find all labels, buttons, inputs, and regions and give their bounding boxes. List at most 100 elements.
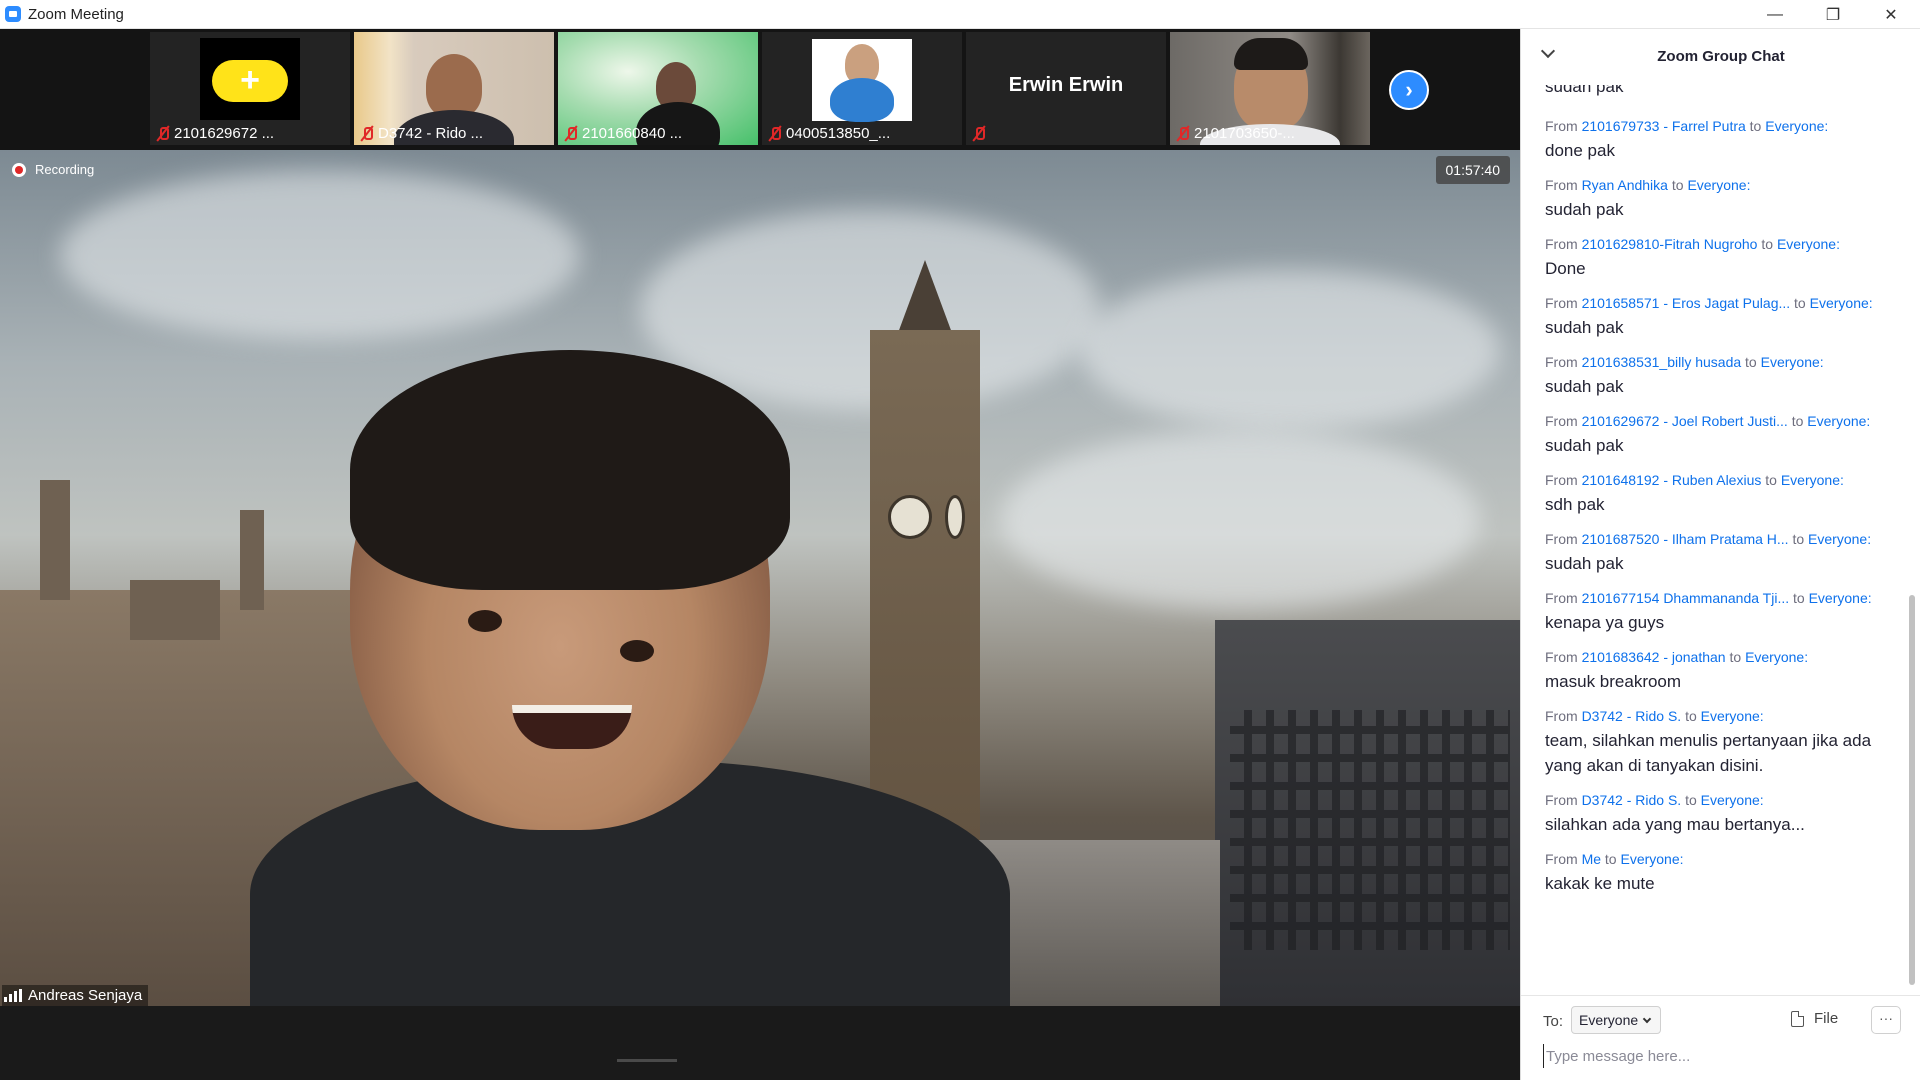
- speaker-hair: [350, 350, 790, 590]
- sender-name[interactable]: 2101638531_billy husada: [1582, 354, 1742, 370]
- chat-message-meta: From 2101658571 - Eros Jagat Pulag... to…: [1545, 294, 1903, 312]
- chat-message-meta: From Ryan Andhika to Everyone:: [1545, 176, 1903, 194]
- participant-label: [972, 126, 985, 142]
- sender-name[interactable]: Ryan Andhika: [1582, 177, 1668, 193]
- file-button[interactable]: File: [1791, 1010, 1838, 1027]
- recipient-name[interactable]: Everyone:: [1807, 413, 1870, 429]
- to-prefix: to: [1685, 792, 1697, 808]
- from-prefix: From: [1545, 590, 1578, 606]
- recipient-value: Everyone: [1579, 1012, 1639, 1028]
- chat-message-meta: From 2101629672 - Joel Robert Justi... t…: [1545, 412, 1903, 430]
- participant-tile[interactable]: + 2101629672 ...: [150, 32, 350, 145]
- participant-name: 0400513850_...: [786, 125, 891, 142]
- message-input[interactable]: [1543, 1044, 1903, 1068]
- resize-handle[interactable]: [617, 1059, 677, 1062]
- to-prefix: to: [1794, 295, 1806, 311]
- title-bar: Zoom Meeting — ❐ ✕: [0, 0, 1920, 29]
- minimize-button[interactable]: —: [1746, 0, 1804, 29]
- chat-message: From 2101629810-Fitrah Nugroho to Everyo…: [1521, 235, 1903, 281]
- sender-name[interactable]: 2101677154 Dhammananda Tji...: [1582, 590, 1790, 606]
- from-prefix: From: [1545, 792, 1578, 808]
- sender-name[interactable]: 2101648192 - Ruben Alexius: [1582, 472, 1762, 488]
- chat-message-text: sudah pak: [1545, 318, 1624, 337]
- recipient-name[interactable]: Everyone:: [1809, 590, 1872, 606]
- recipient-name[interactable]: Everyone:: [1701, 708, 1764, 724]
- chat-message: From 2101679733 - Farrel Putra to Everyo…: [1521, 117, 1903, 163]
- to-prefix: to: [1761, 236, 1774, 252]
- from-prefix: From: [1545, 354, 1578, 370]
- participant-name: D3742 - Rido ...: [378, 125, 484, 142]
- participant-tile[interactable]: Erwin Erwin: [966, 32, 1166, 145]
- sender-name[interactable]: 2101658571 - Eros Jagat Pulag...: [1582, 295, 1791, 311]
- sender-name[interactable]: D3742 - Rido S.: [1582, 708, 1682, 724]
- chat-message-text: kenapa ya guys: [1545, 613, 1665, 632]
- sender-name[interactable]: D3742 - Rido S.: [1582, 792, 1682, 808]
- participant-display-name: Erwin Erwin: [1008, 74, 1124, 96]
- recipient-name[interactable]: Everyone:: [1745, 649, 1808, 665]
- from-prefix: From: [1545, 413, 1578, 429]
- window-title: Zoom Meeting: [28, 5, 124, 23]
- chevron-right-icon[interactable]: ›: [1389, 70, 1429, 110]
- recipient-name[interactable]: Everyone:: [1620, 851, 1683, 867]
- sender-name[interactable]: 2101679733 - Farrel Putra: [1582, 118, 1746, 134]
- sender-name[interactable]: 2101687520 - Ilham Pratama H...: [1582, 531, 1789, 547]
- file-icon: [1791, 1010, 1804, 1027]
- chat-message-text: sdh pak: [1545, 495, 1605, 514]
- chat-scrollbar[interactable]: [1908, 85, 1916, 995]
- scrollbar-thumb[interactable]: [1909, 595, 1915, 985]
- from-prefix: From: [1545, 177, 1578, 193]
- meeting-controls-area: [0, 1006, 1520, 1080]
- chat-message-text: done pak: [1545, 141, 1615, 160]
- close-button[interactable]: ✕: [1862, 0, 1920, 29]
- from-prefix: From: [1545, 472, 1578, 488]
- sender-name[interactable]: 2101629810-Fitrah Nugroho: [1582, 236, 1758, 252]
- participant-tile[interactable]: D3742 - Rido ...: [354, 32, 554, 145]
- recipient-name[interactable]: Everyone:: [1687, 177, 1750, 193]
- chat-composer: To: Everyone File ···: [1521, 995, 1920, 1080]
- sender-name[interactable]: 2101683642 - jonathan: [1582, 649, 1726, 665]
- recipient-name[interactable]: Everyone:: [1777, 236, 1840, 252]
- to-label: To:: [1543, 1013, 1564, 1030]
- maximize-button[interactable]: ❐: [1804, 0, 1862, 29]
- chat-message-text: sudah pak: [1545, 554, 1624, 573]
- zoom-app-icon: [5, 6, 21, 22]
- recipient-name[interactable]: Everyone:: [1781, 472, 1844, 488]
- participant-label: D3742 - Rido ...: [360, 125, 483, 142]
- chat-message-meta: From 2101677154 Dhammananda Tji... to Ev…: [1545, 589, 1903, 607]
- chat-message-text: kakak ke mute: [1545, 874, 1655, 893]
- recipient-select[interactable]: Everyone: [1571, 1006, 1661, 1034]
- sender-name[interactable]: 2101629672 - Joel Robert Justi...: [1582, 413, 1788, 429]
- to-prefix: to: [1793, 590, 1805, 606]
- chat-message-meta: From 2101683642 - jonathan to Everyone:: [1545, 648, 1903, 666]
- recording-indicator[interactable]: Recording: [12, 162, 94, 177]
- participant-tile[interactable]: 2101703650-...: [1170, 32, 1370, 145]
- participant-label: 0400513850_...: [768, 125, 890, 142]
- chat-message: From D3742 - Rido S. to Everyone: silahka…: [1521, 791, 1903, 837]
- to-prefix: to: [1685, 708, 1697, 724]
- mic-muted-icon: [972, 126, 985, 142]
- active-speaker-video: Recording 01:57:40 Andreas Senjaya: [0, 150, 1520, 1006]
- participant-avatar: +: [200, 38, 300, 120]
- chat-message-meta: From D3742 - Rido S. to Everyone:: [1545, 791, 1903, 809]
- recipient-name[interactable]: Everyone:: [1701, 792, 1764, 808]
- chat-message: From 2101683642 - jonathan to Everyone: m…: [1521, 648, 1903, 694]
- from-prefix: From: [1545, 295, 1578, 311]
- chat-message-list[interactable]: sudah pak From 2101679733 - Farrel Putra…: [1521, 85, 1903, 995]
- chat-title: Zoom Group Chat: [1657, 48, 1785, 65]
- participant-tile[interactable]: 2101660840 ...: [558, 32, 758, 145]
- sender-name[interactable]: Me: [1582, 851, 1601, 867]
- recipient-name[interactable]: Everyone:: [1761, 354, 1824, 370]
- recipient-name[interactable]: Everyone:: [1810, 295, 1873, 311]
- recipient-name[interactable]: Everyone:: [1765, 118, 1828, 134]
- chat-message-text: masuk breakroom: [1545, 672, 1682, 691]
- to-prefix: to: [1729, 649, 1742, 665]
- file-label: File: [1814, 1010, 1839, 1027]
- recipient-name[interactable]: Everyone:: [1808, 531, 1871, 547]
- chat-message-text: sudah pak: [1545, 85, 1624, 96]
- from-prefix: From: [1545, 118, 1578, 134]
- speaker-name-label: Andreas Senjaya: [2, 985, 149, 1006]
- plus-avatar-icon: +: [212, 60, 288, 102]
- participant-tile[interactable]: 0400513850_...: [762, 32, 962, 145]
- participant-label: 2101629672 ...: [156, 125, 274, 142]
- more-options-button[interactable]: ···: [1871, 1006, 1901, 1034]
